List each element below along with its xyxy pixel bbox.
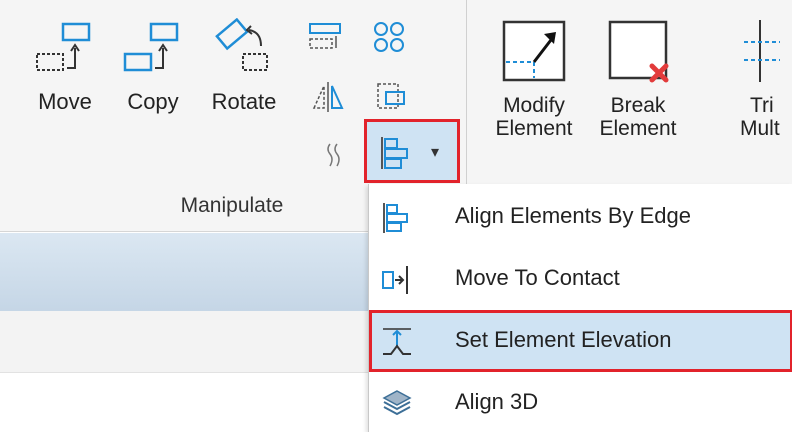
menu-item-move-to-contact[interactable]: Move To Contact	[369, 248, 792, 310]
break-element-label-line1: Break	[610, 94, 666, 117]
rotate-button-label: Rotate	[211, 89, 277, 114]
align-edge-icon	[381, 137, 408, 169]
break-element-label-line2: Element	[599, 117, 677, 140]
menu-item-label: Set Element Elevation	[455, 327, 672, 352]
move-button-label: Move	[38, 89, 92, 114]
spring-icon[interactable]	[324, 140, 346, 170]
modify-element-icon	[502, 20, 566, 82]
offset-icon[interactable]	[308, 22, 344, 52]
break-element-icon	[608, 20, 669, 83]
align-3d-icon	[382, 390, 412, 416]
menu-item-label: Align Elements By Edge	[455, 203, 692, 228]
menu-item-align-elements-by-edge[interactable]: Align Elements By Edge	[369, 186, 792, 248]
array-icon[interactable]	[372, 20, 408, 56]
menu-item-label: Align 3D	[455, 389, 539, 414]
menu-item-set-element-elevation[interactable]: Set Element Elevation	[369, 310, 792, 372]
mirror-icon[interactable]	[310, 80, 344, 114]
modify-element-label-line2: Element	[495, 117, 573, 140]
move-button[interactable]: Move	[24, 18, 106, 114]
move-icon	[36, 22, 91, 71]
menu-item-align-3d[interactable]: Align 3D	[369, 372, 792, 432]
rotate-button[interactable]: Rotate	[196, 18, 292, 114]
chevron-down-icon: ▾	[431, 144, 440, 161]
trim-multiple-label-line1: Tri	[750, 94, 774, 117]
copy-icon	[123, 22, 179, 72]
menu-item-label: Move To Contact	[455, 265, 620, 290]
trim-multiple-icon	[744, 20, 780, 82]
set-elevation-icon	[383, 328, 411, 355]
copy-button[interactable]: Copy	[112, 18, 194, 114]
group-icon[interactable]	[374, 80, 408, 114]
modify-element-label-line1: Modify	[503, 94, 565, 117]
align-dropdown-button[interactable]: ▾	[364, 119, 460, 183]
trim-multiple-label-line2: Mult	[740, 117, 780, 140]
align-edge-icon	[383, 203, 408, 233]
copy-button-label: Copy	[127, 89, 179, 114]
trim-multiple-button[interactable]: Tri Mult	[740, 18, 792, 140]
break-element-button[interactable]: Break Element	[592, 18, 684, 140]
align-dropdown-menu: Align Elements By Edge Move To Contact S…	[368, 184, 792, 432]
modify-element-button[interactable]: Modify Element	[486, 18, 582, 140]
move-to-contact-icon	[382, 266, 408, 294]
rotate-icon	[215, 18, 268, 71]
